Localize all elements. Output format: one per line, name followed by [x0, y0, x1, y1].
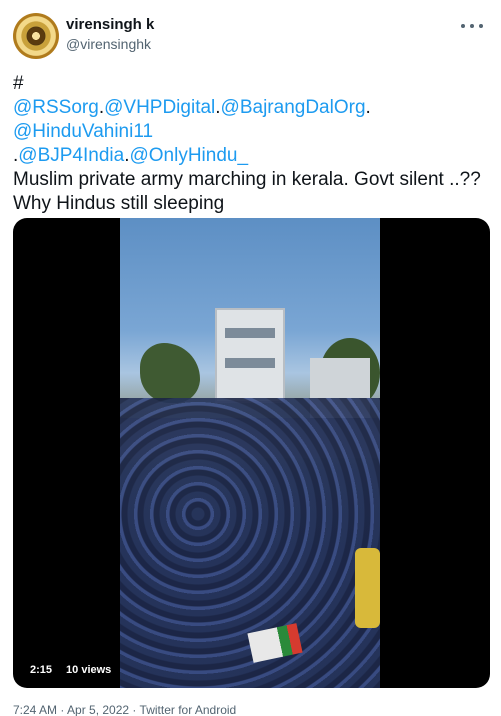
separator-text: . — [365, 97, 371, 118]
mention-link[interactable]: @RSSorg — [13, 97, 99, 118]
tweet-line-body-2: Why Hindus still sleeping — [13, 193, 225, 214]
mention-link[interactable]: @VHPDigital — [104, 97, 215, 118]
video-meta: 2:15 10 views — [27, 663, 115, 677]
mention-link[interactable]: @BJP4India — [18, 145, 124, 166]
tweet-timestamp[interactable]: 7:24 AM · Apr 5, 2022 · Twitter for Andr… — [13, 703, 236, 716]
video-figure — [355, 548, 380, 628]
video-building — [215, 308, 285, 403]
tweet-text: # @RSSorg.@VHPDigital.@BajrangDalOrg. @H… — [13, 72, 491, 216]
avatar[interactable] — [13, 13, 59, 59]
video-views: 10 views — [63, 663, 115, 677]
video-duration: 2:15 — [27, 663, 56, 677]
mention-link[interactable]: @OnlyHindu_ — [129, 145, 248, 166]
video-frame[interactable] — [120, 218, 380, 688]
tweet-card: virensingh k @virensinghk # @RSSorg. @VHP… — [0, 0, 501, 716]
tweet-line-mentions-1: @RSSorg.@VHPDigital.@BajrangDalOrg. — [13, 96, 491, 120]
mention-link[interactable]: @BajrangDalOrg — [221, 97, 366, 118]
video-tree — [140, 343, 200, 403]
tweet-line-mentions-2: .@BJP4India.@OnlyHindu_ — [13, 144, 491, 168]
more-options-icon[interactable] — [461, 18, 483, 34]
tweet-line-hashtag[interactable]: # — [13, 72, 491, 96]
display-name[interactable]: virensingh k — [66, 16, 154, 33]
video-player[interactable]: 2:15 10 views — [13, 218, 490, 688]
tweet-line-body-1: Muslim private army marching in kerala. … — [13, 169, 481, 190]
user-handle[interactable]: @virensinghk — [66, 36, 151, 52]
mention-link[interactable]: @HinduVahini11 — [13, 121, 153, 142]
